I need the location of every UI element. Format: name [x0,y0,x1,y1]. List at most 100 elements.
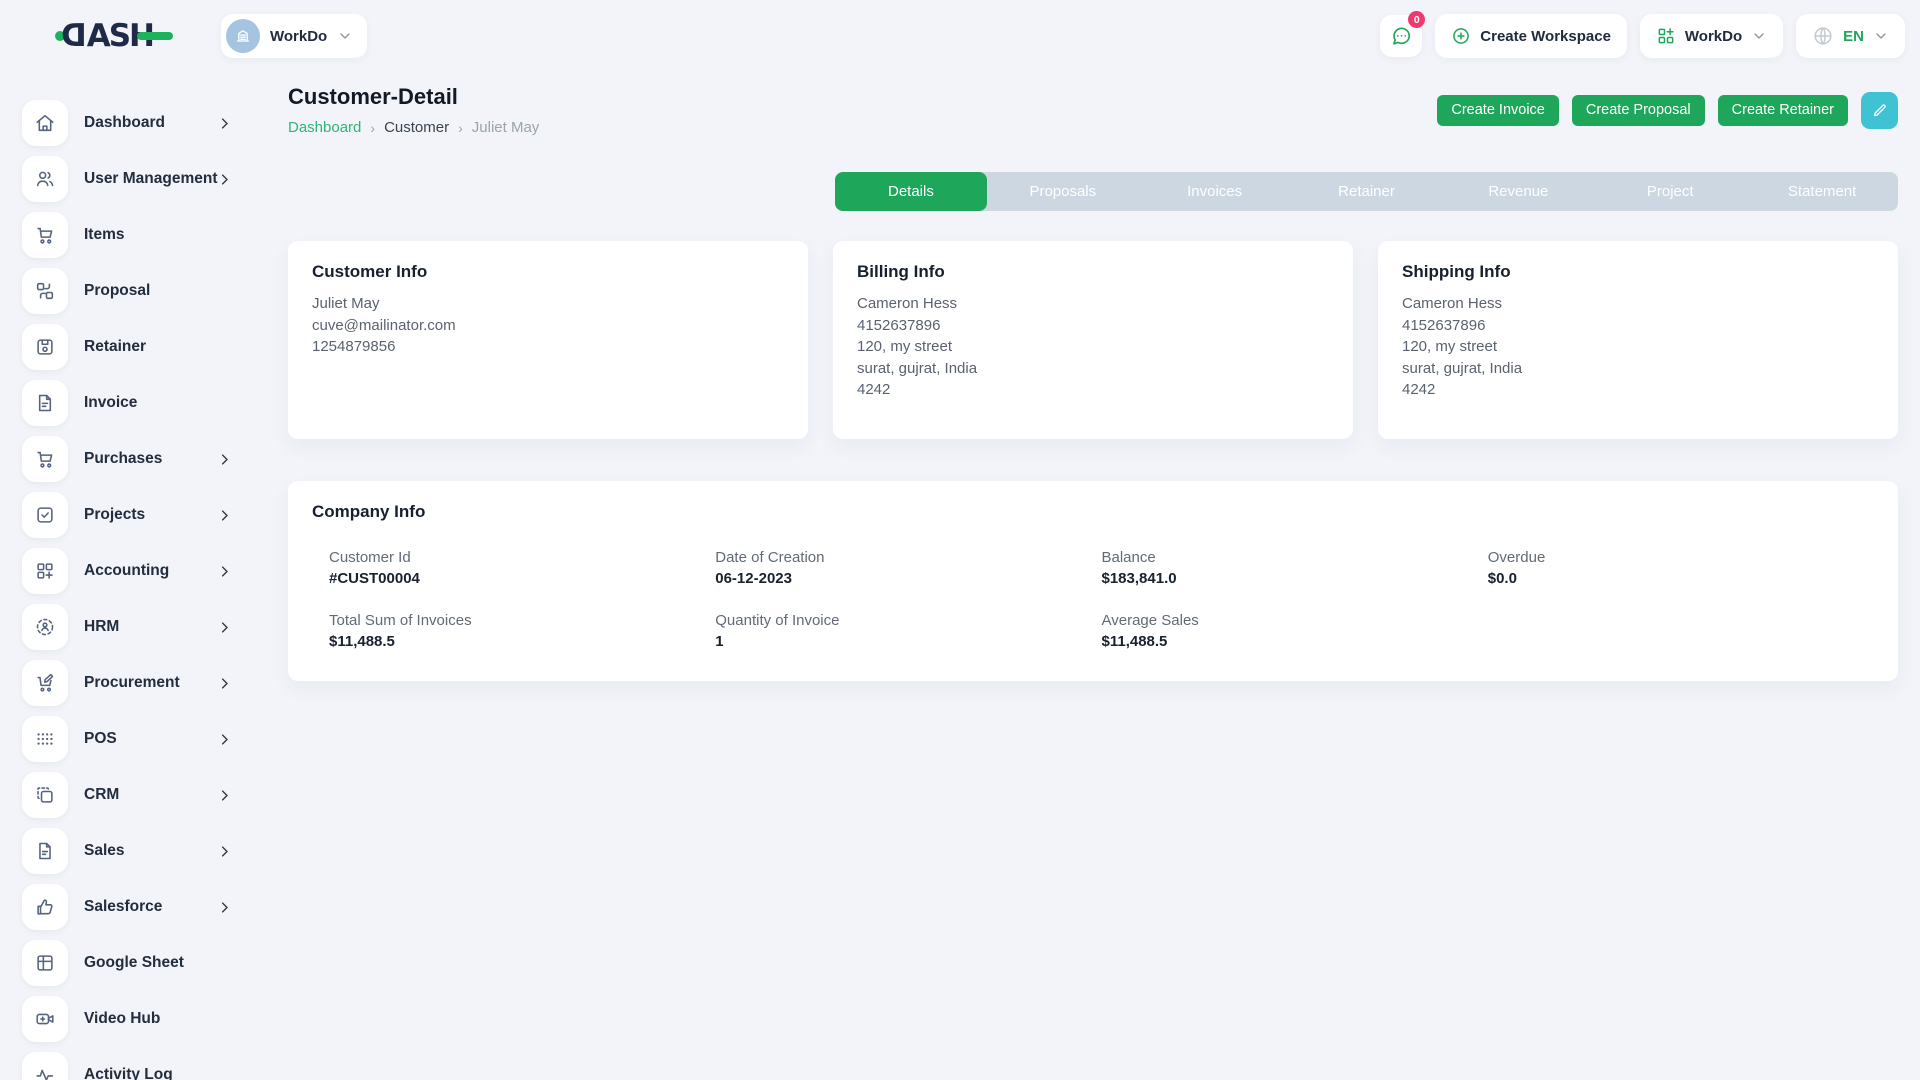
shipping-zip: 4242 [1402,379,1874,401]
shipping-city: surat, gujrat, India [1402,358,1874,380]
create-proposal-button[interactable]: Create Proposal [1572,95,1705,126]
info-cards-row: Customer Info Juliet May cuve@mailinator… [288,241,1898,439]
field-balance: Balance $183,841.0 [1102,549,1488,587]
cart-icon [22,212,68,258]
field-label: Total Sum of Invoices [329,612,715,629]
chevron-right-icon [217,788,232,803]
pencil-icon [1871,102,1888,119]
edit-customer-button[interactable] [1861,92,1898,129]
person-dashed-circle-icon [22,604,68,650]
field-total-sum-of-invoices: Total Sum of Invoices $11,488.5 [329,612,715,650]
check-square-icon [22,492,68,538]
card-title: Shipping Info [1402,262,1874,282]
field-value: #CUST00004 [329,570,715,587]
sidebar-item-salesforce[interactable]: Salesforce [0,879,258,935]
sidebar-item-label: Procurement [84,674,180,692]
sidebar-item-accounting[interactable]: Accounting [0,543,258,599]
sidebar-item-video-hub[interactable]: Video Hub [0,991,258,1047]
customer-phone: 1254879856 [312,336,784,358]
workdo-menu-button[interactable]: WorkDo [1640,14,1783,58]
breadcrumb-customer[interactable]: Customer [384,119,449,136]
sidebar-item-label: Items [84,226,125,244]
sidebar-item-label: Projects [84,506,145,524]
sidebar-item-label: POS [84,730,117,748]
workspace-avatar [226,19,260,53]
company-info-card: Company Info Customer Id #CUST00004 Date… [288,481,1898,681]
workspace-selector[interactable]: WorkDo [221,14,367,58]
field-value: 1 [715,633,1101,650]
home-icon [22,100,68,146]
sidebar-item-invoice[interactable]: Invoice [0,375,258,431]
messages-count-badge: 0 [1408,11,1425,28]
chevron-right-icon [217,676,232,691]
create-invoice-button[interactable]: Create Invoice [1437,95,1559,126]
sidebar-item-procurement[interactable]: Procurement [0,655,258,711]
sidebar-item-pos[interactable]: POS [0,711,258,767]
sidebar-item-label: Dashboard [84,114,165,132]
copy-icon [22,772,68,818]
chevron-down-icon [1751,28,1767,44]
sidebar-item-purchases[interactable]: Purchases [0,431,258,487]
field-value: 06-12-2023 [715,570,1101,587]
top-bar: DASH WorkDo 0 Create Workspace [0,0,1920,72]
create-workspace-button[interactable]: Create Workspace [1435,14,1627,58]
cart-pencil-icon [22,660,68,706]
sidebar-item-dashboard[interactable]: Dashboard [0,95,258,151]
field-value: $11,488.5 [1102,633,1488,650]
sidebar-item-label: Proposal [84,282,150,300]
breadcrumb-current: Juliet May [472,119,540,136]
tab-retainer[interactable]: Retainer [1291,172,1443,211]
sidebar-item-projects[interactable]: Projects [0,487,258,543]
field-average-sales: Average Sales $11,488.5 [1102,612,1488,650]
tab-details[interactable]: Details [835,172,987,211]
sidebar-item-google-sheet[interactable]: Google Sheet [0,935,258,991]
sidebar-item-retainer[interactable]: Retainer [0,319,258,375]
messages-button[interactable]: 0 [1380,15,1422,57]
tab-statement[interactable]: Statement [1746,172,1898,211]
video-icon [22,996,68,1042]
tab-project[interactable]: Project [1594,172,1746,211]
sidebar-item-crm[interactable]: CRM [0,767,258,823]
customer-email: cuve@mailinator.com [312,315,784,337]
chevron-right-icon [217,564,232,579]
sidebar-item-hrm[interactable]: HRM [0,599,258,655]
sidebar-item-label: User Management [84,170,218,188]
title-block: Customer-Detail Dashboard › Customer › J… [288,84,539,136]
field-customer-id: Customer Id #CUST00004 [329,549,715,587]
chevron-right-icon [217,620,232,635]
company-info-grid: Customer Id #CUST00004 Date of Creation … [312,549,1874,650]
tab-invoices[interactable]: Invoices [1139,172,1291,211]
sidebar-item-sales[interactable]: Sales [0,823,258,879]
create-retainer-button[interactable]: Create Retainer [1718,95,1848,126]
plus-circle-icon [1451,26,1471,46]
field-value: $0.0 [1488,570,1874,587]
language-code: EN [1843,28,1864,45]
sidebar-item-label: Invoice [84,394,137,412]
activity-icon [22,1052,68,1080]
create-workspace-label: Create Workspace [1480,28,1611,45]
logo-letter-d: D [63,18,87,54]
page-actions: Create Invoice Create Proposal Create Re… [1437,92,1898,129]
page-title: Customer-Detail [288,84,539,110]
proposal-cycle-icon [22,268,68,314]
chevron-right-icon [217,844,232,859]
sidebar-item-user-management[interactable]: User Management [0,151,258,207]
tab-revenue[interactable]: Revenue [1442,172,1594,211]
sidebar-item-items[interactable]: Items [0,207,258,263]
billing-zip: 4242 [857,379,1329,401]
tab-proposals[interactable]: Proposals [987,172,1139,211]
card-title: Billing Info [857,262,1329,282]
field-label: Overdue [1488,549,1874,566]
card-title: Customer Info [312,262,784,282]
breadcrumb-dashboard[interactable]: Dashboard [288,119,361,136]
field-date-of-creation: Date of Creation 06-12-2023 [715,549,1101,587]
topbar-right-cluster: 0 Create Workspace WorkDo EN [1380,14,1905,58]
sidebar-item-activity-log[interactable]: Activity Log [0,1047,258,1080]
sidebar-item-proposal[interactable]: Proposal [0,263,258,319]
language-selector[interactable]: EN [1796,14,1905,58]
chevron-right-icon [217,508,232,523]
shipping-phone: 4152637896 [1402,315,1874,337]
shipping-street: 120, my street [1402,336,1874,358]
sidebar-item-label: Accounting [84,562,169,580]
chevron-down-icon [337,28,353,44]
